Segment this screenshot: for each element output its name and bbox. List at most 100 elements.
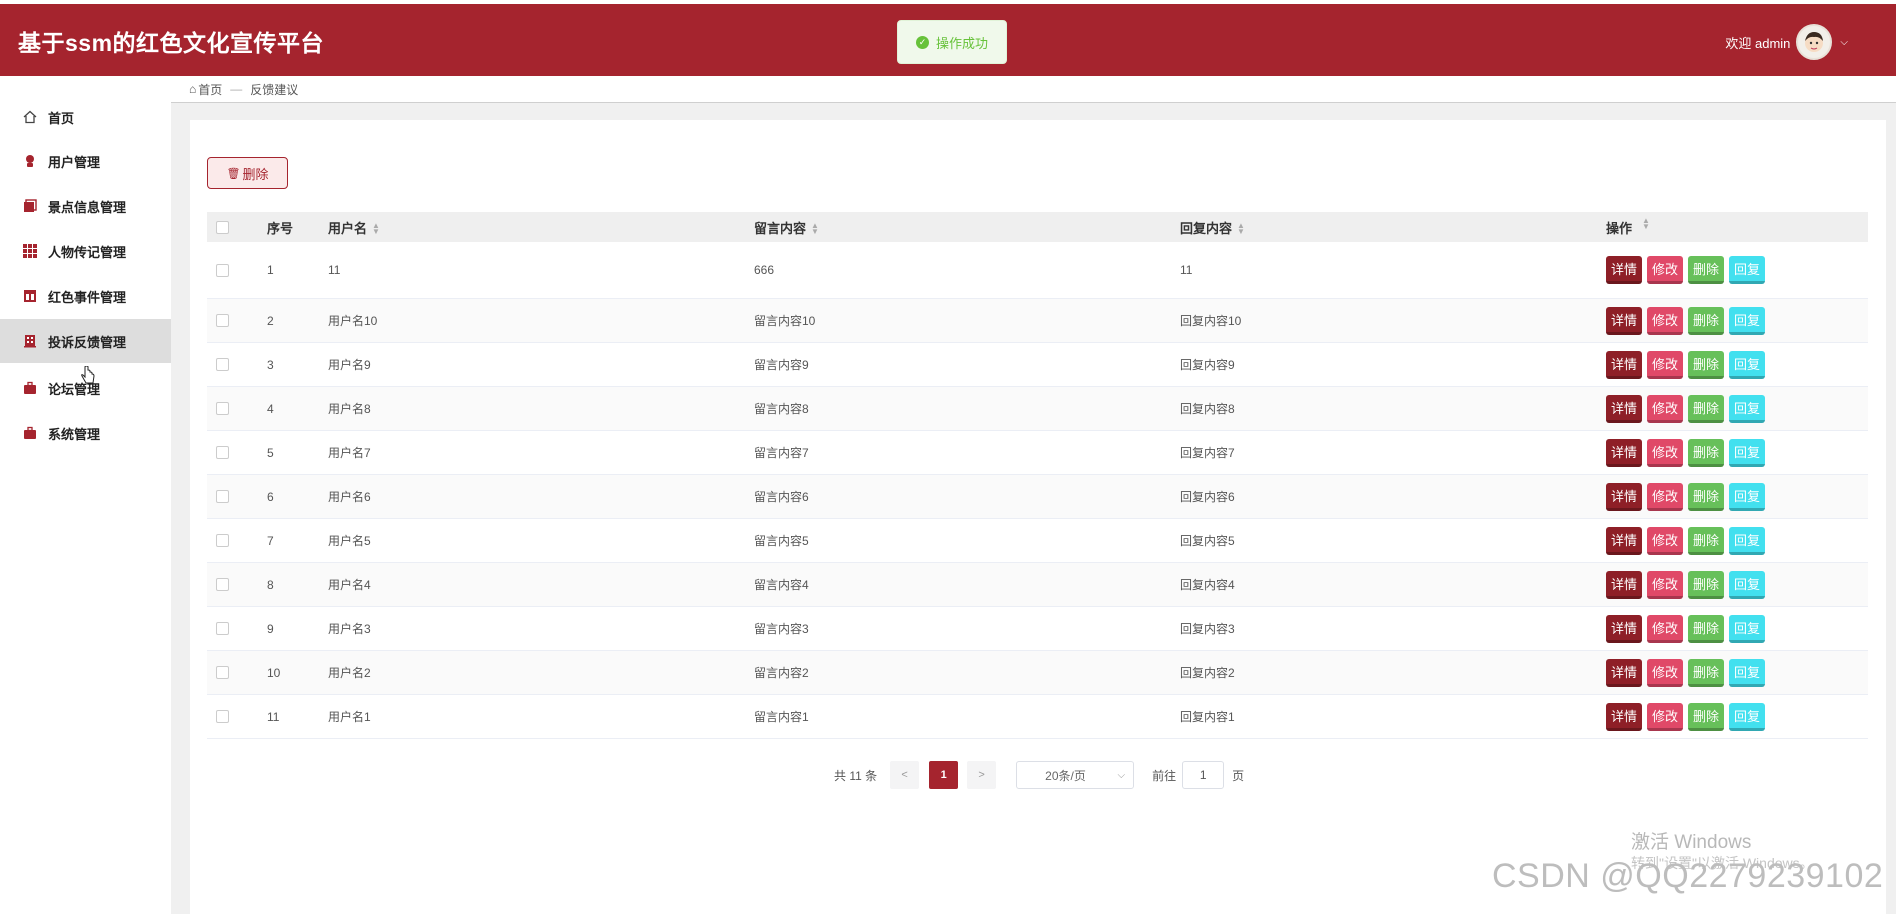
delete-button[interactable]: 删除 <box>1688 482 1724 511</box>
reply-button[interactable]: 回复 <box>1729 526 1765 555</box>
sort-icon[interactable]: ▲ ▼ <box>1237 222 1245 236</box>
row-checkbox[interactable] <box>216 263 229 277</box>
cell-index: 4 <box>267 401 274 416</box>
reply-button[interactable]: 回复 <box>1729 614 1765 643</box>
edit-button[interactable]: 修改 <box>1647 306 1683 335</box>
edit-button[interactable]: 修改 <box>1647 256 1683 284</box>
edit-button[interactable]: 修改 <box>1647 394 1683 423</box>
sidebar-item-scenic[interactable]: 景点信息管理 <box>0 184 171 228</box>
edit-button[interactable]: 修改 <box>1647 658 1683 687</box>
delete-button[interactable]: 删除 <box>1688 614 1724 643</box>
row-checkbox[interactable] <box>216 402 229 415</box>
avatar[interactable] <box>1796 24 1833 60</box>
reply-button[interactable]: 回复 <box>1729 658 1765 687</box>
delete-button[interactable]: 删除 <box>1688 394 1724 423</box>
reply-button[interactable]: 回复 <box>1729 438 1765 467</box>
col-reply[interactable]: 回复内容 ▲ ▼ <box>1180 218 1606 237</box>
row-checkbox[interactable] <box>216 446 229 459</box>
col-message[interactable]: 留言内容 ▲ ▼ <box>754 218 1180 237</box>
edit-button[interactable]: 修改 <box>1647 570 1683 599</box>
delete-button[interactable]: 删除 <box>1688 658 1724 687</box>
col-operations[interactable]: 操作 ▲ ▼ <box>1606 216 1868 237</box>
row-checkbox[interactable] <box>216 314 229 327</box>
table-row: 10 用户名2 留言内容2 回复内容2 详情 修改 删除 回复 <box>207 651 1868 695</box>
hand-cursor-icon <box>80 365 96 389</box>
row-checkbox[interactable] <box>216 358 229 371</box>
sort-icon[interactable]: ▲ ▼ <box>1642 216 1650 237</box>
delete-button[interactable]: 删除 <box>1688 570 1724 599</box>
detail-button[interactable]: 详情 <box>1606 306 1642 335</box>
table-row: 1 11 666 11 详情 修改 删除 回复 <box>207 242 1868 299</box>
page-number-1[interactable]: 1 <box>929 761 959 789</box>
page-size-select[interactable]: 20条/页 ⌵ <box>1016 761 1135 789</box>
detail-button[interactable]: 详情 <box>1606 438 1642 467</box>
delete-button[interactable]: 删除 <box>1688 350 1724 379</box>
col-username[interactable]: 用户名 ▲ ▼ <box>328 218 754 237</box>
cell-index: 10 <box>267 665 281 680</box>
table-row: 6 用户名6 留言内容6 回复内容6 详情 修改 删除 回复 <box>207 475 1868 519</box>
reply-button[interactable]: 回复 <box>1729 256 1765 284</box>
cell-reply: 回复内容7 <box>1180 446 1235 460</box>
sidebar-item-label: 人物传记管理 <box>48 244 127 260</box>
select-all-checkbox[interactable] <box>216 220 229 234</box>
batch-delete-button[interactable]: 🗑 删除 <box>207 157 288 189</box>
csdn-watermark: CSDN @QQ2279239102 <box>1492 857 1884 895</box>
reply-button[interactable]: 回复 <box>1729 570 1765 599</box>
detail-button[interactable]: 详情 <box>1606 394 1642 423</box>
cell-message: 留言内容7 <box>754 446 809 460</box>
detail-button[interactable]: 详情 <box>1606 570 1642 599</box>
edit-button[interactable]: 修改 <box>1647 702 1683 731</box>
cell-operations: 详情 修改 删除 回复 <box>1606 570 1868 599</box>
sidebar-item-events[interactable]: 红色事件管理 <box>0 274 171 318</box>
cell-username: 用户名5 <box>328 534 371 548</box>
sidebar-item-system[interactable]: 系统管理 <box>0 411 171 455</box>
detail-button[interactable]: 详情 <box>1606 256 1642 284</box>
sidebar-item-biography[interactable]: 人物传记管理 <box>0 229 171 273</box>
edit-button[interactable]: 修改 <box>1647 350 1683 379</box>
detail-button[interactable]: 详情 <box>1606 658 1642 687</box>
cell-reply: 回复内容8 <box>1180 402 1235 416</box>
delete-button[interactable]: 删除 <box>1688 256 1724 284</box>
detail-button[interactable]: 详情 <box>1606 614 1642 643</box>
edit-button[interactable]: 修改 <box>1647 614 1683 643</box>
reply-button[interactable]: 回复 <box>1729 394 1765 423</box>
cell-index: 3 <box>267 357 274 372</box>
reply-button[interactable]: 回复 <box>1729 306 1765 335</box>
sidebar-item-home[interactable]: 首页 <box>0 95 171 139</box>
row-checkbox[interactable] <box>216 534 229 547</box>
total-count: 共 11 条 <box>834 768 878 783</box>
row-checkbox[interactable] <box>216 622 229 635</box>
detail-button[interactable]: 详情 <box>1606 526 1642 555</box>
detail-button[interactable]: 详情 <box>1606 702 1642 731</box>
edit-button[interactable]: 修改 <box>1647 482 1683 511</box>
cell-reply: 回复内容1 <box>1180 710 1235 724</box>
sidebar-item-feedback[interactable]: 投诉反馈管理 <box>0 319 171 363</box>
detail-button[interactable]: 详情 <box>1606 482 1642 511</box>
sort-icon[interactable]: ▲ ▼ <box>811 222 819 236</box>
breadcrumb-home[interactable]: 首页 <box>198 81 222 98</box>
detail-button[interactable]: 详情 <box>1606 350 1642 379</box>
sort-icon[interactable]: ▲ ▼ <box>372 222 380 236</box>
delete-button[interactable]: 删除 <box>1688 702 1724 731</box>
edit-button[interactable]: 修改 <box>1647 438 1683 467</box>
reply-button[interactable]: 回复 <box>1729 702 1765 731</box>
user-menu[interactable]: 欢迎 admin ⌵ <box>1725 24 1848 60</box>
edit-button[interactable]: 修改 <box>1647 526 1683 555</box>
sidebar-item-users[interactable]: 用户管理 <box>0 139 171 183</box>
reply-button[interactable]: 回复 <box>1729 350 1765 379</box>
reply-button[interactable]: 回复 <box>1729 482 1765 511</box>
prev-page-button[interactable]: < <box>890 761 920 789</box>
row-checkbox[interactable] <box>216 710 229 723</box>
sidebar-item-label: 用户管理 <box>48 154 101 170</box>
delete-button[interactable]: 删除 <box>1688 438 1724 467</box>
row-checkbox[interactable] <box>216 578 229 591</box>
chevron-down-icon[interactable]: ⌵ <box>1840 37 1848 48</box>
row-checkbox[interactable] <box>216 666 229 679</box>
next-page-button[interactable]: > <box>967 761 997 789</box>
row-checkbox[interactable] <box>216 490 229 503</box>
delete-button[interactable]: 删除 <box>1688 526 1724 555</box>
goto-page-input[interactable]: 1 <box>1182 761 1225 789</box>
cell-message: 留言内容1 <box>754 710 809 724</box>
goto-label: 前往 <box>1152 768 1177 783</box>
delete-button[interactable]: 删除 <box>1688 306 1724 335</box>
